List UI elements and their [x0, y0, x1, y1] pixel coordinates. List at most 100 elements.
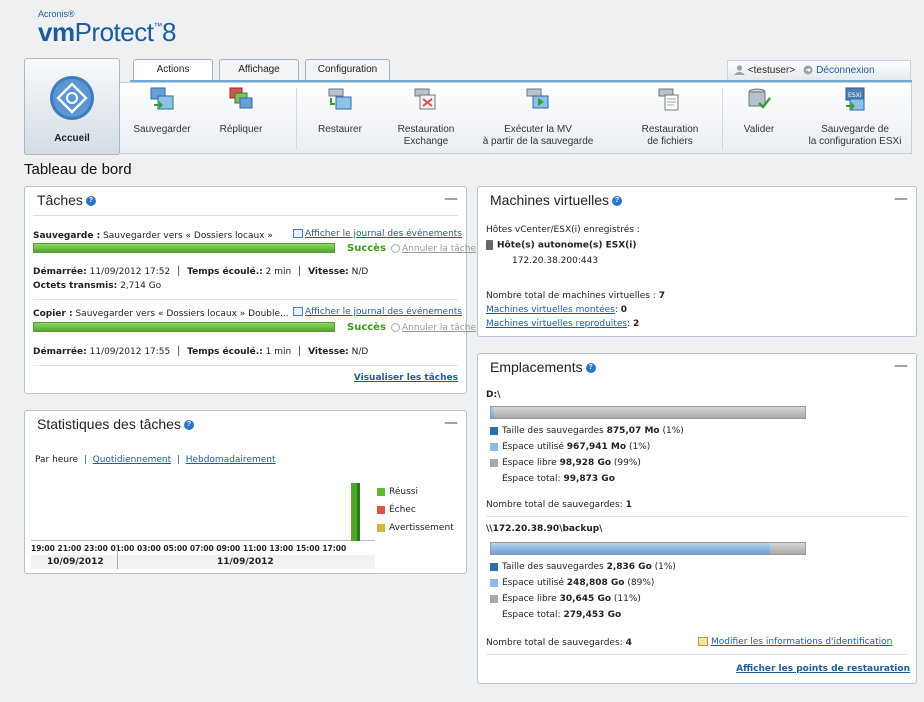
replicated-vms: Machines virtuelles reproduites: 2	[486, 319, 640, 329]
edit-icon	[698, 637, 708, 646]
used-space: Espace utilisé 248,808 Go (89%)	[490, 578, 654, 588]
storage-bar	[490, 542, 806, 555]
locations-title: Emplacements?	[490, 359, 596, 375]
user-icon	[734, 65, 745, 76]
divider	[33, 299, 458, 300]
period-selector: Par heure | Quotidiennement | Hebdomadai…	[35, 455, 276, 465]
task-description: Sauvegarde : Sauvegarder vers « Dossiers…	[33, 231, 273, 241]
backup-count: Nombre total de sauvegardes: 4	[486, 638, 632, 648]
legend-failure: Échec	[377, 505, 416, 515]
storage-bar-fill	[491, 543, 771, 554]
home-label: Accueil	[54, 133, 90, 144]
user-name: <testuser>	[747, 65, 796, 76]
replicated-vms-link[interactable]: Machines virtuelles reproduites	[486, 319, 627, 329]
collapse-icon[interactable]: —	[444, 415, 458, 431]
tab-actions[interactable]: Actions	[133, 59, 213, 80]
event-log-link[interactable]: Afficher le journal des événements	[293, 229, 462, 239]
tasks-title: Tâches?	[37, 192, 96, 208]
tab-affichage[interactable]: Affichage	[219, 59, 299, 80]
run-vm-icon	[526, 88, 549, 109]
divider	[486, 654, 908, 655]
validate-icon	[748, 88, 771, 109]
product-logo: vmProtect™8	[38, 17, 176, 47]
home-logo-icon	[50, 76, 94, 120]
task-stats-panel: Statistiques des tâches? — Par heure | Q…	[24, 410, 467, 574]
cancel-icon	[391, 323, 400, 332]
backup-button[interactable]: Sauvegarder	[128, 86, 196, 152]
help-icon[interactable]: ?	[612, 196, 623, 207]
logout-link[interactable]: Déconnexion	[803, 65, 875, 76]
mounted-vms: Machines virtuelles montées: 0	[486, 305, 628, 315]
backup-size: Taille des sauvegardes 2,836 Go (1%)	[490, 562, 676, 572]
help-icon[interactable]: ?	[585, 363, 596, 374]
chart-hour-axis: 19:00 21:00 23:00 01:00 03:00 05:00 07:0…	[31, 544, 347, 553]
page-title: Tableau de bord	[24, 161, 132, 178]
edit-credentials-link[interactable]: Modifier les informations d'identificati…	[698, 637, 892, 647]
server-icon	[486, 240, 493, 250]
total-space: Espace total: 279,453 Go	[502, 610, 622, 620]
tasks-panel: Tâches? — Sauvegarde : Sauvegarder vers …	[24, 186, 476, 394]
help-icon[interactable]: ?	[85, 196, 96, 207]
restore-points-link[interactable]: Afficher les points de restauration	[736, 664, 910, 674]
esxi-config-icon: ESXi	[845, 87, 865, 111]
divider	[33, 365, 458, 366]
host-ip: 172.20.38.200:443	[512, 256, 599, 266]
backup-icon	[150, 87, 174, 110]
svg-text:ESXi: ESXi	[848, 92, 862, 99]
cancel-task-button[interactable]: Annuler la tâche	[391, 323, 476, 333]
restore-button[interactable]: Restaurer	[306, 86, 374, 152]
task-status: Succès	[347, 322, 386, 333]
task-bytes: Octets transmis: 2,714 Go	[33, 281, 162, 291]
task-description: Copier : Sauvegarder vers « Dossiers loc…	[33, 309, 289, 319]
restore-exchange-button[interactable]: Restauration Exchange	[386, 86, 466, 152]
stats-title: Statistiques des tâches?	[37, 416, 194, 432]
collapse-icon[interactable]: —	[894, 191, 908, 207]
run-vm-button[interactable]: Exécuter la MV à partir de la sauvegarde	[478, 86, 598, 152]
chart-date-1: 10/09/2012	[47, 557, 104, 567]
cancel-task-button[interactable]: Annuler la tâche	[391, 244, 476, 254]
mounted-vms-link[interactable]: Machines virtuelles montées	[486, 305, 615, 315]
backup-size: Taille des sauvegardes 875,07 Mo (1%)	[490, 426, 684, 436]
task-details: Démarrée: 11/09/2012 17:52 │ Temps écoul…	[33, 267, 369, 277]
locations-panel: Emplacements? — D:\ Taille des sauvegard…	[477, 353, 917, 684]
free-space: Espace libre 30,645 Go (11%)	[490, 594, 641, 604]
vms-panel: Machines virtuelles? — Hôtes vCenter/ESX…	[477, 186, 917, 337]
collapse-icon[interactable]: —	[444, 191, 458, 207]
exchange-icon	[414, 88, 436, 110]
validate-button[interactable]: Valider	[730, 86, 788, 152]
used-space: Espace utilisé 967,941 Mo (1%)	[490, 442, 650, 452]
tab-configuration[interactable]: Configuration	[305, 59, 390, 80]
location-name[interactable]: \\172.20.38.90\backup\	[486, 524, 602, 534]
log-icon	[293, 307, 303, 316]
total-vms: Nombre total de machines virtuelles : 7	[486, 291, 665, 301]
collapse-icon[interactable]: —	[894, 358, 908, 374]
task-details: Démarrée: 11/09/2012 17:55 │ Temps écoul…	[33, 347, 369, 357]
stats-chart-area	[31, 471, 375, 541]
period-daily[interactable]: Quotidiennement	[93, 455, 172, 465]
location-name[interactable]: D:\	[486, 390, 500, 400]
file-restore-button[interactable]: Restauration de fichiers	[628, 86, 712, 152]
hosts-label: Hôtes vCenter/ESX(i) enregistrés :	[486, 225, 640, 235]
storage-bar	[490, 406, 806, 419]
restore-icon	[328, 88, 352, 110]
help-icon[interactable]: ?	[183, 420, 194, 431]
host-group[interactable]: Hôte(s) autonome(s) ESX(i)	[486, 240, 636, 251]
event-log-link[interactable]: Afficher le journal des événements	[293, 307, 462, 317]
replicate-button[interactable]: Répliquer	[206, 86, 276, 152]
period-weekly[interactable]: Hebdomadairement	[186, 455, 276, 465]
task-progress-bar	[33, 322, 335, 332]
task-progress-bar	[33, 243, 335, 253]
view-tasks-link[interactable]: Visualiser les tâches	[354, 373, 458, 383]
backup-count: Nombre total de sauvegardes: 1	[486, 500, 632, 510]
total-space: Espace total: 99,873 Go	[502, 474, 615, 484]
legend-success: Réussi	[377, 487, 418, 497]
cancel-icon	[391, 244, 400, 253]
toolbar-separator	[296, 88, 297, 150]
logout-icon	[803, 65, 813, 75]
divider	[486, 516, 908, 517]
period-hourly[interactable]: Par heure	[35, 455, 78, 465]
esxi-config-backup-button[interactable]: ESXi Sauvegarde de la configuration ESXi	[800, 86, 910, 152]
vms-title: Machines virtuelles?	[490, 192, 623, 208]
chart-date-2: 11/09/2012	[217, 557, 274, 567]
free-space: Espace libre 98,928 Go (99%)	[490, 458, 641, 468]
